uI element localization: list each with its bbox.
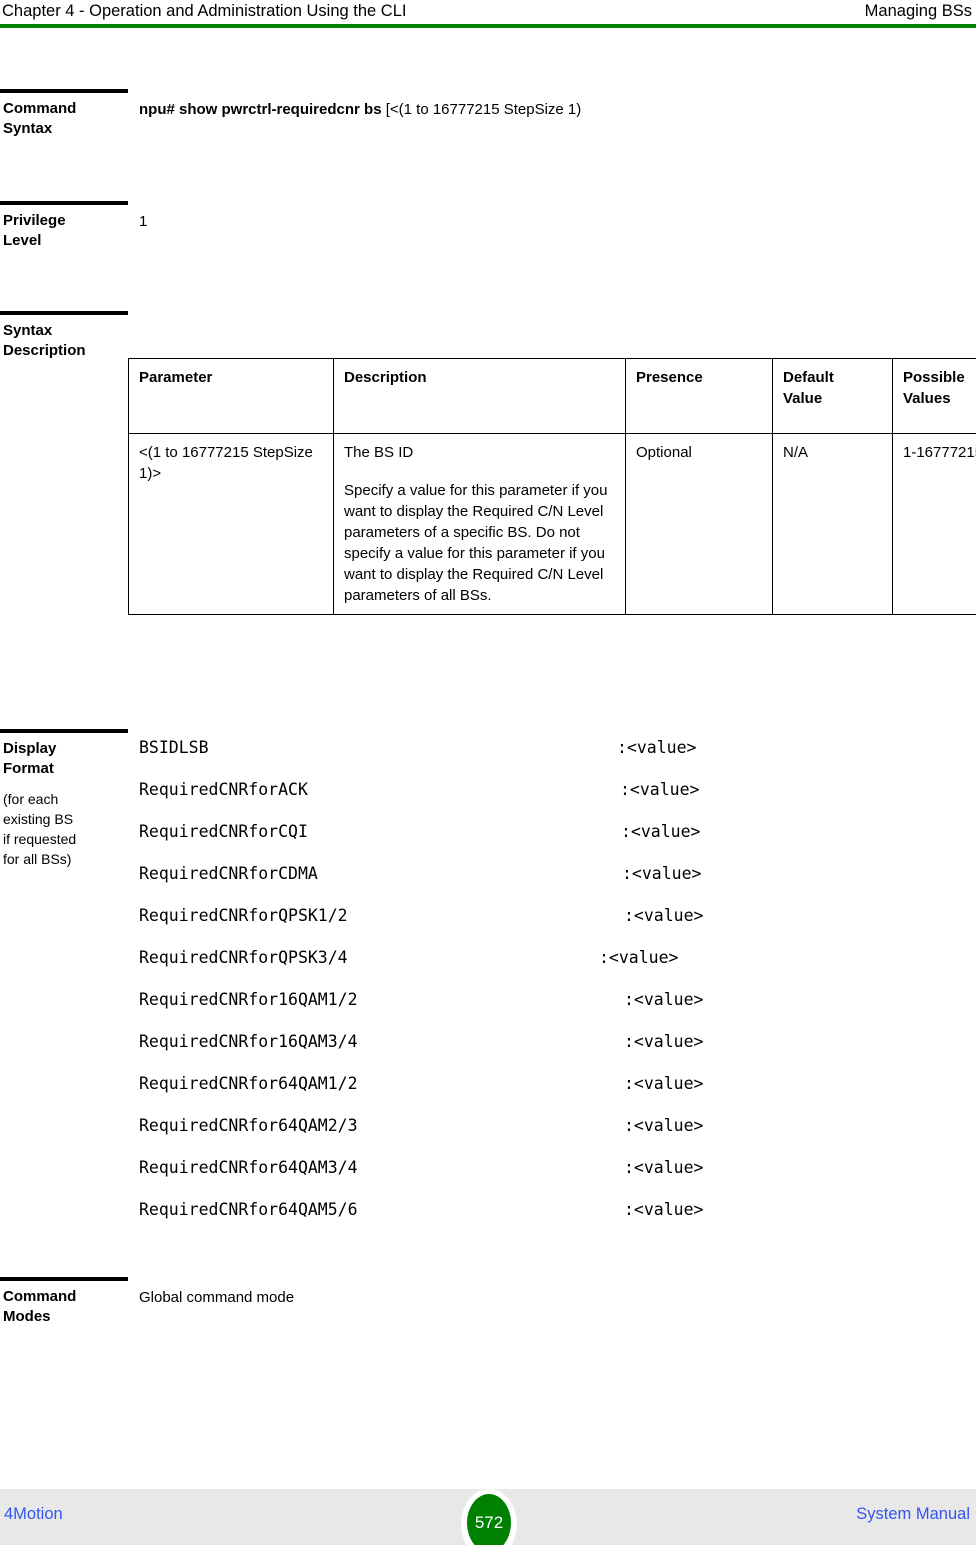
- cell-description-line-2: Specify a value for this parameter if yo…: [344, 482, 608, 604]
- display-format-line: RequiredCNRforCQI :<value>: [139, 822, 839, 864]
- display-format-field-name: BSIDLSB: [139, 738, 209, 757]
- display-format-line: RequiredCNRfor64QAM2/3 :<value>: [139, 1116, 839, 1158]
- display-format-line: RequiredCNRforQPSK1/2 :<value>: [139, 906, 839, 948]
- display-format-line: RequiredCNRforACK :<value>: [139, 780, 839, 822]
- display-format-field-name: RequiredCNRfor64QAM2/3: [139, 1116, 358, 1135]
- command-modes-value: Global command mode: [139, 1289, 295, 1306]
- section-bar: [0, 311, 128, 315]
- cell-presence: Optional: [625, 433, 773, 615]
- section-bar: [0, 201, 128, 205]
- column-header-possible-values: Possible Values: [892, 358, 976, 434]
- display-format-field-value: :<value>: [624, 1074, 704, 1093]
- display-format-field-name: RequiredCNRfor16QAM3/4: [139, 1032, 358, 1051]
- display-format-line: RequiredCNRfor64QAM5/6 :<value>: [139, 1200, 839, 1242]
- display-format-field-value: :<value>: [622, 864, 702, 883]
- section-label-command-syntax: Command Syntax: [3, 100, 77, 137]
- display-format-line: RequiredCNRfor16QAM1/2 :<value>: [139, 990, 839, 1032]
- display-format-field-value: :<value>: [624, 1116, 704, 1135]
- display-format-note: (for each existing BS if requested for a…: [3, 791, 77, 867]
- cell-description-line-1: The BS ID: [344, 444, 414, 461]
- display-format-field-name: RequiredCNRfor16QAM1/2: [139, 990, 358, 1009]
- header-rule-divider: [0, 24, 976, 28]
- display-format-field-value: :<value>: [621, 822, 701, 841]
- privilege-level-value: 1: [139, 213, 148, 230]
- section-label-syntax-description: Syntax Description: [3, 322, 86, 359]
- column-header-default-value: Default Value: [772, 358, 893, 434]
- cell-possible-values: 1-16777215: [892, 433, 976, 615]
- cell-default-value: N/A: [772, 433, 893, 615]
- section-label-display-format: Display Format: [3, 740, 57, 777]
- display-format-line: RequiredCNRfor64QAM1/2 :<value>: [139, 1074, 839, 1116]
- display-format-line: RequiredCNRfor64QAM3/4 :<value>: [139, 1158, 839, 1200]
- section-bar: [0, 1277, 128, 1281]
- display-format-line: RequiredCNRforQPSK3/4 :<value>: [139, 948, 839, 990]
- display-format-field-value: :<value>: [624, 990, 704, 1009]
- section-bar: [0, 89, 128, 93]
- command-syntax-bold: npu# show pwrctrl-requiredcnr bs: [139, 101, 382, 118]
- page-number-label: 572: [474, 1513, 504, 1532]
- cell-parameter: <(1 to 16777215 StepSize 1)>: [128, 433, 334, 615]
- display-format-field-value: :<value>: [624, 1158, 704, 1177]
- footer-product-name: 4Motion: [4, 1505, 63, 1523]
- command-syntax-text: npu# show pwrctrl-requiredcnr bs [<(1 to…: [139, 99, 969, 120]
- display-format-field-value: :<value>: [617, 738, 697, 757]
- display-format-line: RequiredCNRfor16QAM3/4 :<value>: [139, 1032, 839, 1074]
- header-section-title: Managing BSs: [864, 2, 972, 20]
- display-format-field-value: :<value>: [599, 948, 679, 967]
- parameter-table: Parameter Description Presence Default Va…: [128, 358, 976, 615]
- display-format-line: RequiredCNRforCDMA :<value>: [139, 864, 839, 906]
- column-header-description: Description: [333, 358, 626, 434]
- footer-manual-name: System Manual: [856, 1505, 970, 1523]
- column-header-parameter: Parameter: [128, 358, 334, 434]
- display-format-field-name: RequiredCNRfor64QAM3/4: [139, 1158, 358, 1177]
- display-format-field-name: RequiredCNRforCQI: [139, 822, 308, 841]
- display-format-field-name: RequiredCNRforQPSK1/2: [139, 906, 348, 925]
- document-page: Chapter 4 - Operation and Administration…: [0, 0, 976, 1545]
- display-format-field-name: RequiredCNRforCDMA: [139, 864, 318, 883]
- display-format-field-value: :<value>: [624, 1032, 704, 1051]
- section-label-command-modes: Command Modes: [3, 1288, 77, 1325]
- command-syntax-optional: [<(1 to 16777215 StepSize 1): [381, 101, 582, 118]
- table-row: <(1 to 16777215 StepSize 1)> The BS ID S…: [128, 433, 976, 615]
- display-format-field-value: :<value>: [620, 780, 700, 799]
- display-format-field-name: RequiredCNRforQPSK3/4: [139, 948, 348, 967]
- section-label-privilege-level: Privilege Level: [3, 212, 66, 249]
- display-format-field-name: RequiredCNRforACK: [139, 780, 308, 799]
- display-format-field-value: :<value>: [624, 1200, 704, 1219]
- display-format-field-name: RequiredCNRfor64QAM5/6: [139, 1200, 358, 1219]
- display-format-output: BSIDLSB :<value> RequiredCNRforACK :<value>…: [139, 738, 839, 1242]
- table-header-row: Parameter Description Presence Default Va…: [128, 358, 976, 434]
- display-format-line: BSIDLSB :<value>: [139, 738, 839, 780]
- display-format-field-value: :<value>: [624, 906, 704, 925]
- section-bar: [0, 729, 128, 733]
- cell-description: The BS ID Specify a value for this param…: [333, 433, 626, 615]
- header-chapter-title: Chapter 4 - Operation and Administration…: [2, 2, 407, 20]
- column-header-presence: Presence: [625, 358, 773, 434]
- display-format-field-name: RequiredCNRfor64QAM1/2: [139, 1074, 358, 1093]
